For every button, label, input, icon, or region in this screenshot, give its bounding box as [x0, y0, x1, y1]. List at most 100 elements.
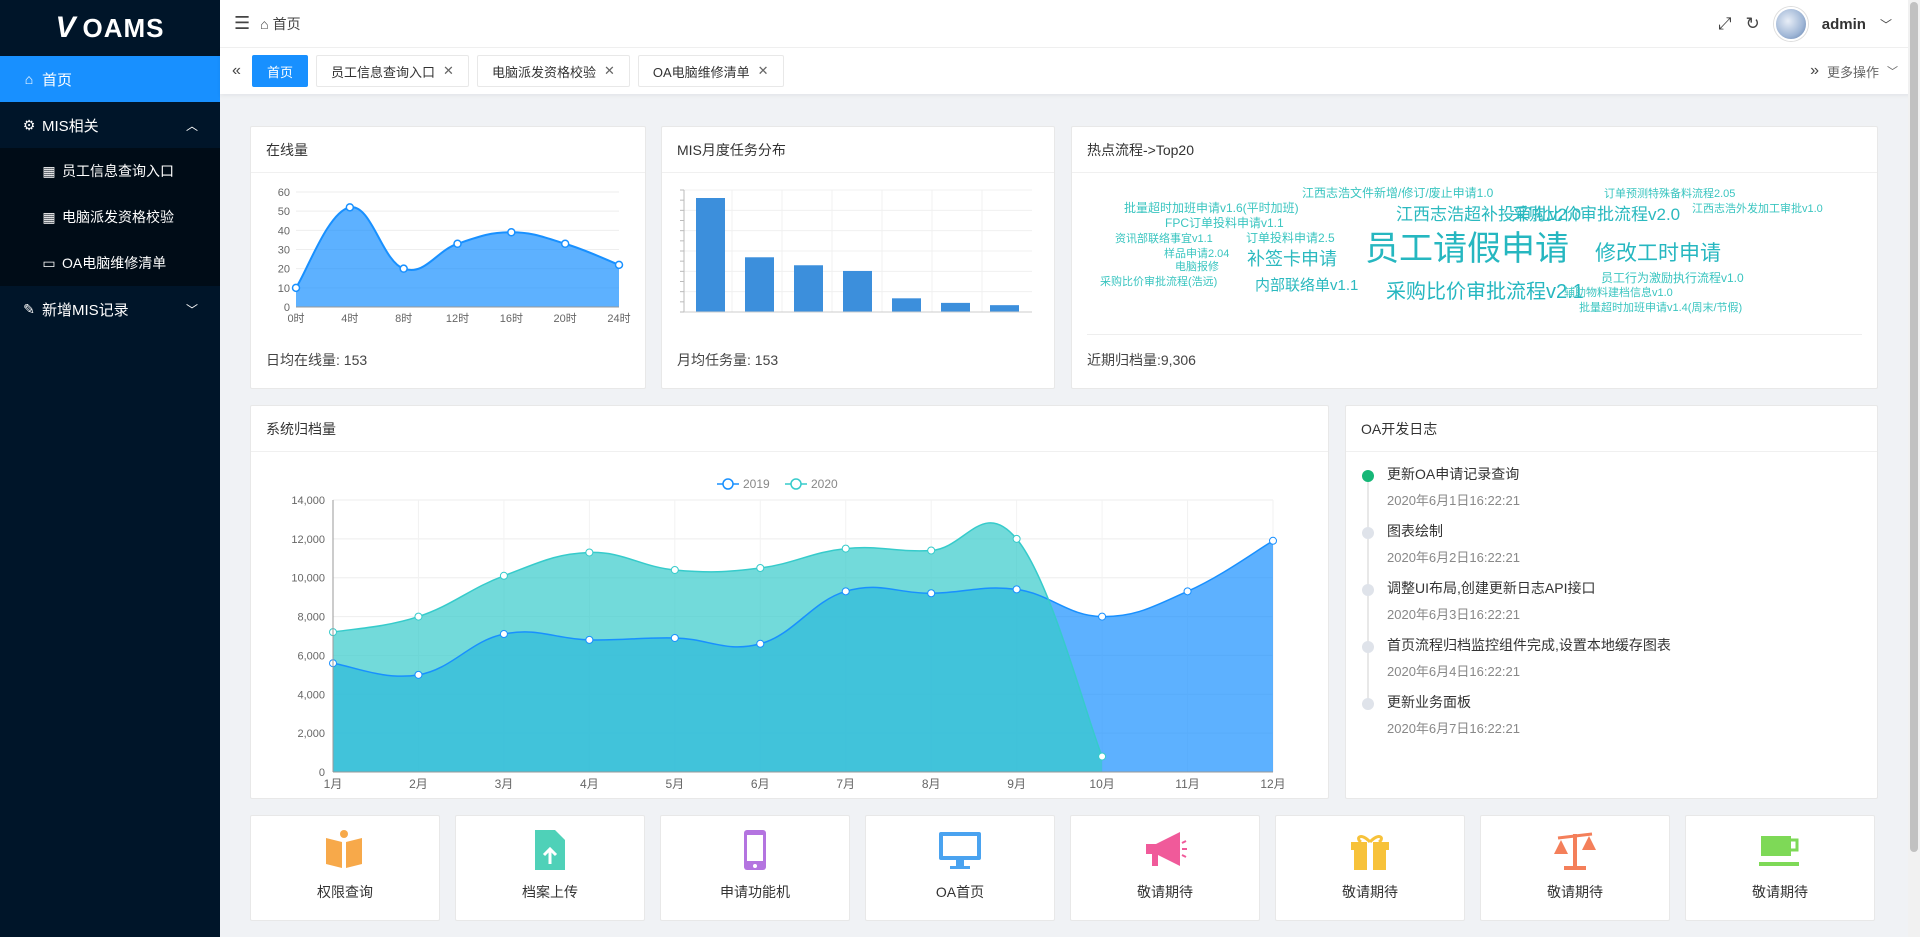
x-tick-label: 3月 — [495, 777, 514, 791]
tab-home[interactable]: 首页 — [252, 55, 309, 87]
shortcut-balance-scale[interactable]: 敬请期待 — [1480, 815, 1670, 921]
chevron-down-icon[interactable]: ﹀ — [1880, 16, 1892, 33]
sidebar-item-new-mis[interactable]: ✎ 新增MIS记录 ﹀ — [0, 286, 220, 332]
shortcut-label: OA首页 — [935, 884, 985, 900]
series-2019-point — [1012, 585, 1021, 594]
tab-label: OA电脑维修清单 — [652, 64, 750, 80]
username[interactable]: admin — [1822, 16, 1866, 33]
breadcrumb-item[interactable]: 首页 — [273, 14, 301, 34]
legend-marker — [722, 478, 734, 490]
scrollbar-thumb[interactable] — [1910, 2, 1918, 852]
logo[interactable]: V OAMS — [0, 0, 220, 56]
timeline-dot — [1362, 641, 1374, 653]
series-2020-point — [756, 564, 765, 572]
mis-submenu: ▦ 员工信息查询入口 ▦ 电脑派发资格校验 ▭ OA电脑维修清单 — [0, 148, 220, 286]
sidebar-item-pc-check[interactable]: ▦ 电脑派发资格校验 — [0, 194, 220, 240]
timeline-item: 更新OA申请记录查询 2020年6月1日16:22:21 — [1359, 465, 1671, 528]
timeline-dot — [1362, 527, 1374, 539]
series-2020-point — [499, 571, 508, 580]
shortcut-label: 敬请期待 — [1342, 884, 1398, 900]
tab-employee-query[interactable]: 员工信息查询入口 ✕ — [316, 55, 469, 87]
refresh-icon[interactable]: ↻ — [1746, 14, 1760, 34]
monthly-bar — [892, 298, 921, 312]
sidebar-item-employee-query[interactable]: ▦ 员工信息查询入口 — [0, 148, 220, 194]
tabs-scroll-left-icon[interactable]: « — [232, 62, 252, 80]
devlog-card: OA开发日志 更新OA申请记录查询 2020年6月1日16:22:21 图表绘制 20… — [1345, 405, 1878, 799]
sidebar-item-home[interactable]: ⌂ 首页 — [0, 56, 220, 102]
series-2020-point — [414, 612, 423, 621]
fullscreen-icon[interactable]: ⤢ — [1718, 14, 1732, 34]
word-cloud-item: 补签卡申请 — [1247, 249, 1337, 269]
tabs-scroll-right-icon[interactable]: » — [1810, 62, 1819, 80]
shortcut-desktop[interactable]: OA首页 — [865, 815, 1055, 921]
x-tick-label: 12月 — [1260, 777, 1285, 791]
shortcut-coffee[interactable]: 敬请期待 — [1685, 815, 1875, 921]
tab-pc-check[interactable]: 电脑派发资格校验 ✕ — [476, 55, 630, 87]
series-2020-area — [333, 522, 1103, 772]
close-icon[interactable]: ✕ — [604, 63, 615, 79]
x-tick-label: 1月 — [324, 777, 343, 791]
shortcut-label: 敬请期待 — [1752, 884, 1808, 900]
x-tick-label: 8时 — [395, 312, 412, 325]
header-actions: ⤢ ↻ admin ﹀ — [1718, 0, 1892, 48]
timeline-text: 图表绘制 — [1387, 523, 1443, 539]
word-cloud-item: 采购比价审批流程(浩远) — [1100, 274, 1217, 288]
card-title: 系统归档量 — [251, 406, 1328, 452]
word-cloud: 江西志浩文件新增/修订/废止申请1.0 订单预测特殊备料流程2.05 批量超时加班申… — [1100, 185, 1823, 314]
series-2019-point — [585, 635, 594, 644]
balance-scale-icon — [1554, 832, 1596, 870]
shortcut-gift[interactable]: 敬请期待 — [1275, 815, 1465, 921]
divider — [1087, 334, 1862, 335]
series-2019-point — [670, 633, 679, 642]
y-tick-label: 40 — [278, 225, 290, 237]
more-actions[interactable]: » 更多操作 ﹀ — [1810, 62, 1898, 81]
online-point — [291, 283, 301, 293]
x-tick-label: 9月 — [1007, 777, 1026, 791]
avatar[interactable] — [1773, 7, 1808, 41]
online-point — [614, 260, 624, 270]
tab-pc-repair[interactable]: OA电脑维修清单 ✕ — [637, 55, 784, 87]
x-tick-label: 7月 — [836, 777, 855, 791]
x-tick-label: 0时 — [287, 312, 304, 325]
word-cloud-item: 内部联络单v1.1 — [1255, 277, 1358, 294]
series-2020-point — [670, 565, 679, 574]
home-icon: ⌂ — [260, 15, 269, 32]
header: ☰ ⌂ 首页 ⤢ ↻ admin ﹀ — [220, 0, 1920, 48]
shortcut-book[interactable]: 权限查询 — [250, 815, 440, 921]
laptop-icon: ▭ — [42, 254, 56, 271]
x-tick-label: 5月 — [665, 777, 684, 791]
x-tick-label: 11月 — [1175, 777, 1199, 791]
monthly-chart — [680, 189, 1032, 313]
timeline-item: 图表绘制 2020年6月2日16:22:21 — [1359, 522, 1671, 585]
word-cloud-item: 批量超时加班申请v1.4(周末/节假) — [1579, 300, 1742, 314]
monthly-bar — [990, 305, 1019, 312]
series-2020-point — [927, 546, 936, 555]
tab-label: 首页 — [267, 64, 294, 80]
x-tick-label: 16时 — [500, 312, 523, 325]
timeline-item: 更新业务面板 2020年6月7日16:22:21 — [1359, 693, 1671, 750]
breadcrumb: ⌂ 首页 — [260, 14, 300, 34]
shortcut-file-upload[interactable]: 档案上传 — [455, 815, 645, 921]
y-tick-label: 14,000 — [291, 495, 325, 507]
scrollbar[interactable] — [1908, 0, 1920, 937]
shortcut-bullhorn[interactable]: 敬请期待 — [1070, 815, 1260, 921]
menu-toggle-icon[interactable]: ☰ — [234, 13, 250, 34]
close-icon[interactable]: ✕ — [443, 63, 454, 79]
word-cloud-item: 样品申请2.04 — [1164, 246, 1229, 260]
timeline-date: 2020年6月1日16:22:21 — [1387, 493, 1520, 508]
word-cloud-item: 修改工时申请 — [1595, 242, 1721, 265]
timeline-item: 调整UI布局,创建更新日志API接口 2020年6月3日16:22:21 — [1359, 579, 1671, 642]
logo-text: OAMS — [82, 12, 165, 43]
word-cloud-item: 江西志浩外发加工审批v1.0 — [1692, 201, 1823, 215]
sidebar-item-pc-repair[interactable]: ▭ OA电脑维修清单 — [0, 240, 220, 286]
close-icon[interactable]: ✕ — [758, 63, 769, 79]
series-2020-point — [841, 544, 850, 553]
x-tick-label: 6月 — [751, 777, 770, 791]
word-cloud-item: FPC订单投料申请v1.1 — [1165, 215, 1284, 230]
shortcut-mobile[interactable]: 申请功能机 — [660, 815, 850, 921]
sidebar-item-mis[interactable]: ⚙ MIS相关 ︿ — [0, 102, 220, 148]
hot-card: 热点流程->Top20 江西志浩文件新增/修订/废止申请1.0 订单预测特殊备料流… — [1071, 126, 1878, 389]
y-tick-label: 20 — [278, 264, 290, 276]
timeline-date: 2020年6月3日16:22:21 — [1387, 607, 1520, 622]
mis-icon: ⚙ — [22, 116, 36, 133]
